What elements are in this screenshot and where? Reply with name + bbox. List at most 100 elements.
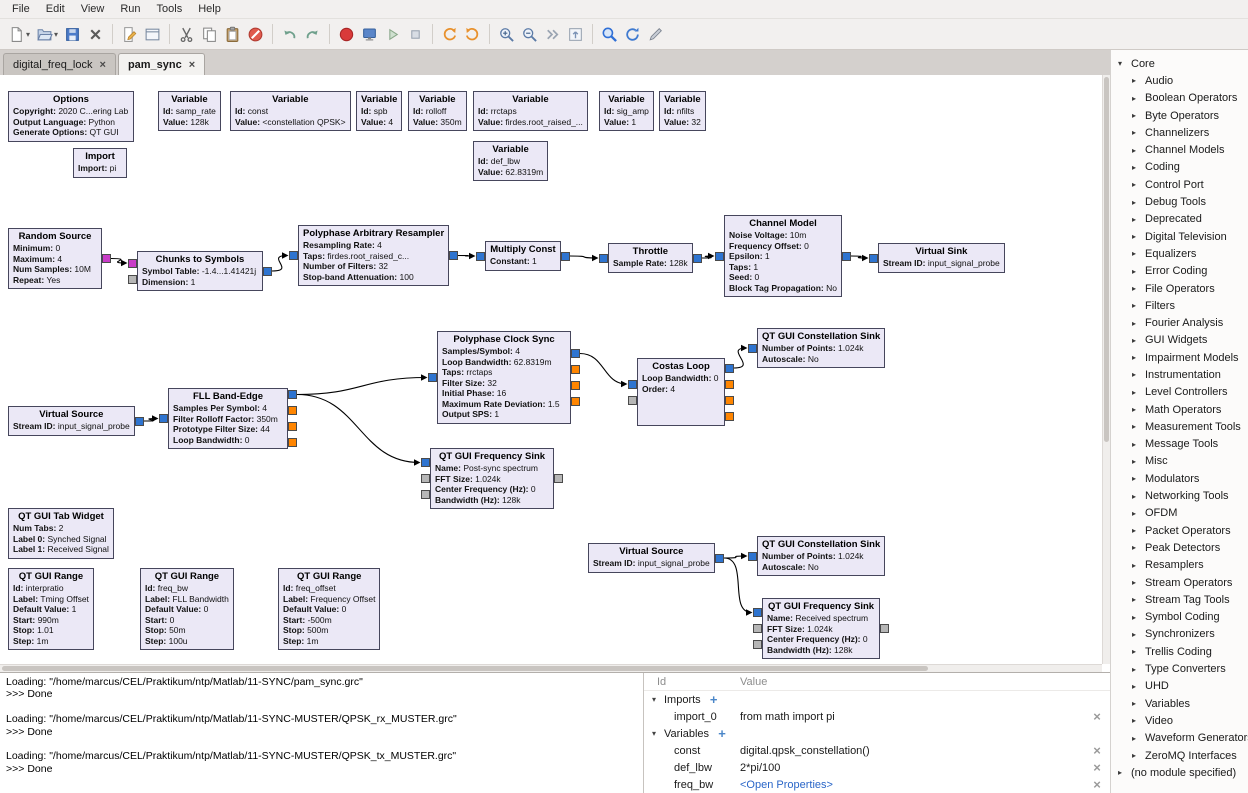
- in-port-blue[interactable]: [289, 251, 298, 260]
- out-port-blue[interactable]: [693, 254, 702, 263]
- in-port-blue[interactable]: [753, 608, 762, 617]
- sidebar-item-type-converters[interactable]: ▸Type Converters: [1111, 660, 1248, 677]
- hscroll-thumb[interactable]: [2, 666, 928, 671]
- sidebar-item-uhd[interactable]: ▸UHD: [1111, 678, 1248, 695]
- sidebar-item-zeromq-interfaces[interactable]: ▸ZeroMQ Interfaces: [1111, 747, 1248, 764]
- zoom-original-button[interactable]: [564, 21, 587, 47]
- kill-button[interactable]: [404, 21, 427, 47]
- sidebar-item-channelizers[interactable]: ▸Channelizers: [1111, 124, 1248, 141]
- tab-digital-freq-lock[interactable]: digital_freq_lock×: [3, 53, 116, 75]
- in-port-blue[interactable]: [476, 252, 485, 261]
- connection-wire[interactable]: [724, 558, 752, 613]
- redo-button[interactable]: [301, 21, 324, 47]
- connection-wire[interactable]: [734, 348, 747, 368]
- sidebar-item-peak-detectors[interactable]: ▸Peak Detectors: [1111, 539, 1248, 556]
- menu-tools[interactable]: Tools: [149, 1, 191, 17]
- sidebar-item-no-module[interactable]: ▸ (no module specified): [1111, 764, 1248, 781]
- block-virtual-source-1[interactable]: Virtual SourceStream ID: input_signal_pr…: [8, 406, 135, 436]
- flowgraph-canvas[interactable]: OptionsCopyright: 2020 C...ering LabOutp…: [0, 75, 1102, 664]
- sidebar-item-measurement-tools[interactable]: ▸Measurement Tools: [1111, 418, 1248, 435]
- sidebar-item-synchronizers[interactable]: ▸Synchronizers: [1111, 626, 1248, 643]
- out-port-blue[interactable]: [842, 252, 851, 261]
- out-port-orange[interactable]: [288, 422, 297, 431]
- execute-button[interactable]: [381, 21, 404, 47]
- block-channel-model[interactable]: Channel ModelNoise Voltage: 10mFrequency…: [724, 215, 842, 297]
- sidebar-item-stream-tag-tools[interactable]: ▸Stream Tag Tools: [1111, 591, 1248, 608]
- connection-wire[interactable]: [580, 354, 627, 385]
- sidebar-item-packet-operators[interactable]: ▸Packet Operators: [1111, 522, 1248, 539]
- varpanel-row-import-0[interactable]: import_0from math import pi×: [644, 708, 1110, 725]
- menu-edit[interactable]: Edit: [38, 1, 73, 17]
- remove-icon[interactable]: ×: [1084, 760, 1110, 775]
- out-port-gray[interactable]: [554, 474, 563, 483]
- out-port-gray[interactable]: [880, 624, 889, 633]
- sidebar-item-waveform-generators[interactable]: ▸Waveform Generators: [1111, 730, 1248, 747]
- out-port-blue[interactable]: [715, 554, 724, 563]
- in-port-gray[interactable]: [421, 490, 430, 499]
- block-options[interactable]: OptionsCopyright: 2020 C...ering LabOutp…: [8, 91, 134, 142]
- sidebar-item-control-port[interactable]: ▸Control Port: [1111, 176, 1248, 193]
- sidebar-item-ofdm[interactable]: ▸OFDM: [1111, 505, 1248, 522]
- block-const-sink-1[interactable]: QT GUI Constellation SinkNumber of Point…: [757, 328, 885, 368]
- sidebar-item-audio[interactable]: ▸Audio: [1111, 72, 1248, 89]
- out-port-blue[interactable]: [263, 267, 272, 276]
- open-file-button[interactable]: ▾: [33, 21, 61, 47]
- save-file-button[interactable]: [61, 21, 84, 47]
- out-port-orange[interactable]: [725, 380, 734, 389]
- vscroll-thumb[interactable]: [1104, 77, 1109, 442]
- add-icon[interactable]: +: [701, 692, 727, 707]
- connection-wire[interactable]: [111, 259, 127, 264]
- out-port-orange[interactable]: [288, 406, 297, 415]
- varpanel-row-const[interactable]: constdigital.qpsk_constellation()×: [644, 742, 1110, 759]
- zoom-fit-button[interactable]: [541, 21, 564, 47]
- block-import-pi[interactable]: ImportImport: pi: [73, 148, 127, 178]
- out-port-magenta[interactable]: [102, 254, 111, 263]
- block-virtual-source-2[interactable]: Virtual SourceStream ID: input_signal_pr…: [588, 543, 715, 573]
- new-file-button[interactable]: ▾: [5, 21, 33, 47]
- connection-wire[interactable]: [570, 256, 598, 258]
- block-var-rolloff[interactable]: VariableId: rolloffValue: 350m: [408, 91, 467, 131]
- sidebar-item-core[interactable]: ▾ Core: [1111, 55, 1248, 72]
- sidebar-item-resamplers[interactable]: ▸Resamplers: [1111, 557, 1248, 574]
- in-port-blue[interactable]: [628, 380, 637, 389]
- in-port-blue[interactable]: [869, 254, 878, 263]
- reload-blocks-button[interactable]: [621, 21, 644, 47]
- rotate-ccw-button[interactable]: [438, 21, 461, 47]
- pen-button[interactable]: [644, 21, 667, 47]
- connection-wire[interactable]: [297, 378, 427, 395]
- copy-button[interactable]: [198, 21, 221, 47]
- sidebar-item-byte-operators[interactable]: ▸Byte Operators: [1111, 107, 1248, 124]
- varpanel-row-def-lbw[interactable]: def_lbw2*pi/100×: [644, 759, 1110, 776]
- block-virtual-sink[interactable]: Virtual SinkStream ID: input_signal_prob…: [878, 243, 1005, 273]
- menu-file[interactable]: File: [4, 1, 38, 17]
- block-var-rrctaps[interactable]: VariableId: rrctapsValue: firdes.root_ra…: [473, 91, 588, 131]
- block-random-source[interactable]: Random SourceMinimum: 0Maximum: 4Num Sam…: [8, 228, 102, 289]
- in-port-gray[interactable]: [753, 624, 762, 633]
- sidebar-item-filters[interactable]: ▸Filters: [1111, 297, 1248, 314]
- rotate-cw-button[interactable]: [461, 21, 484, 47]
- menu-help[interactable]: Help: [190, 1, 229, 17]
- sidebar-item-coding[interactable]: ▸Coding: [1111, 159, 1248, 176]
- delete-button[interactable]: [244, 21, 267, 47]
- zoom-in-button[interactable]: [495, 21, 518, 47]
- sidebar-item-deprecated[interactable]: ▸Deprecated: [1111, 211, 1248, 228]
- out-port-blue[interactable]: [449, 251, 458, 260]
- block-var-sig-amp[interactable]: VariableId: sig_ampValue: 1: [599, 91, 654, 131]
- close-file-button[interactable]: [84, 21, 107, 47]
- sidebar-item-file-operators[interactable]: ▸File Operators: [1111, 280, 1248, 297]
- in-port-gray[interactable]: [421, 474, 430, 483]
- in-port-blue[interactable]: [748, 344, 757, 353]
- block-var-def-lbw[interactable]: VariableId: def_lbwValue: 62.8319m: [473, 141, 548, 181]
- out-port-blue[interactable]: [725, 364, 734, 373]
- connection-wire[interactable]: [272, 256, 288, 272]
- block-chunks-to-symbols[interactable]: Chunks to SymbolsSymbol Table: -1.4...1.…: [137, 251, 263, 291]
- add-icon[interactable]: +: [709, 726, 735, 741]
- varpanel-group-imports[interactable]: ▾Imports+: [644, 691, 1110, 708]
- block-freq-sink-2[interactable]: QT GUI Frequency SinkName: Received spec…: [762, 598, 880, 659]
- sidebar-item-equalizers[interactable]: ▸Equalizers: [1111, 245, 1248, 262]
- flowgraph-properties-button[interactable]: [118, 21, 141, 47]
- out-port-orange[interactable]: [571, 365, 580, 374]
- variable-value[interactable]: <Open Properties>: [740, 779, 1084, 791]
- close-icon[interactable]: ×: [189, 60, 195, 70]
- block-range-freq-bw[interactable]: QT GUI RangeId: freq_bwLabel: FLL Bandwi…: [140, 568, 234, 650]
